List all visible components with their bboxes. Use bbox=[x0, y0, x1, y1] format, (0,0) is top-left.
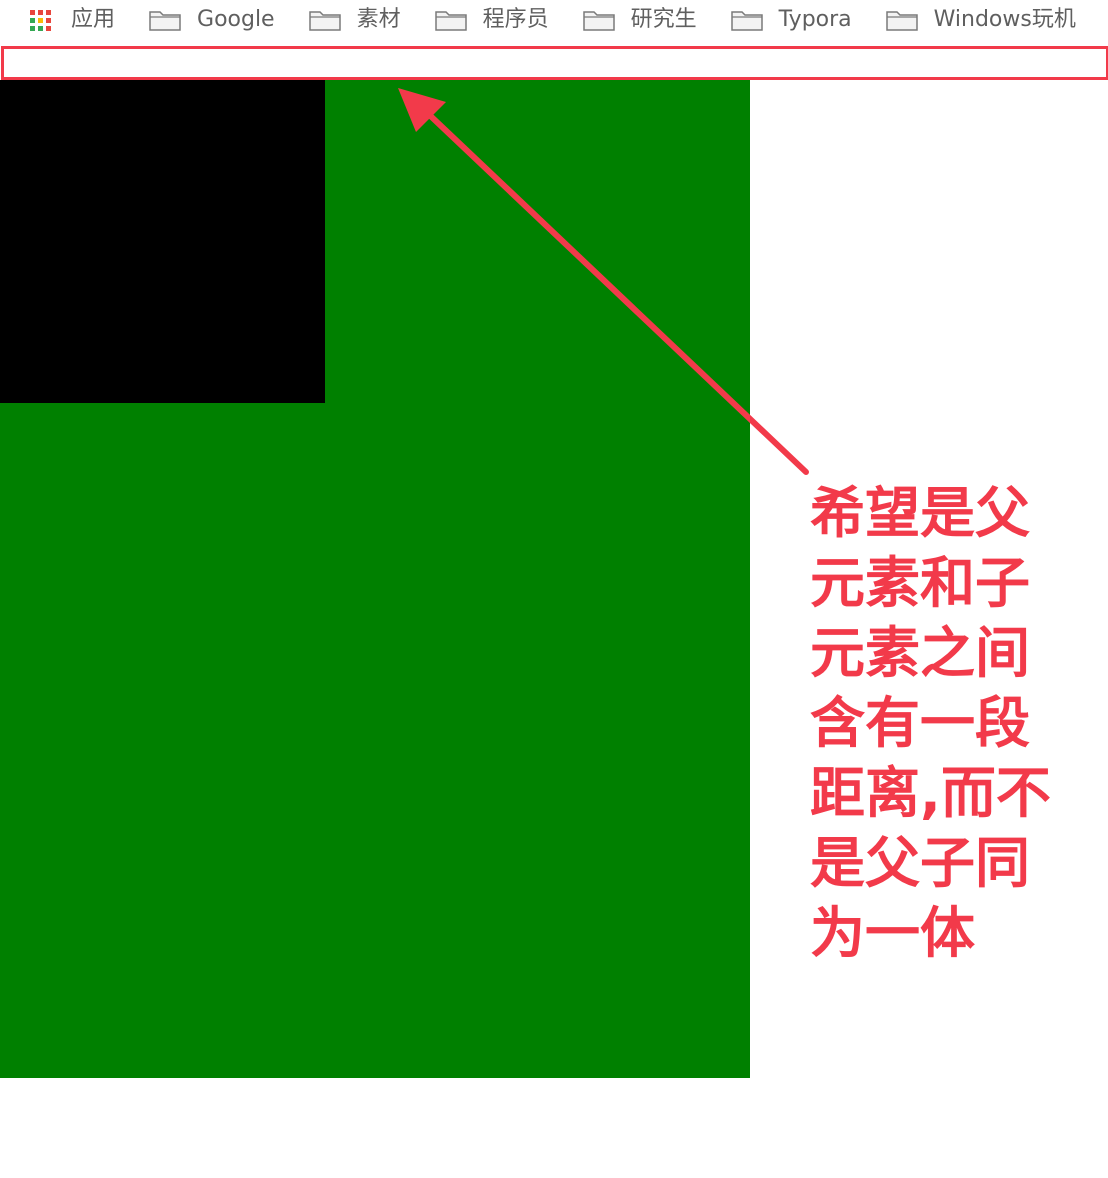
folder-icon bbox=[308, 11, 341, 31]
bookmark-folder-programmer[interactable]: 程序员 bbox=[434, 0, 549, 40]
bookmarks-bar: 应用 Google 素材 程序员 研究生 Typora Windows玩机 bbox=[0, 0, 1108, 40]
parent-element bbox=[0, 80, 750, 1078]
folder-icon bbox=[582, 11, 615, 31]
folder-icon bbox=[149, 11, 181, 31]
folder-icon bbox=[434, 11, 467, 31]
page-content: 希望是父 元素和子 元素之间 含有一段 距离,而不 是父子同 为一体 bbox=[0, 40, 1108, 1178]
bookmark-label: 素材 bbox=[356, 7, 401, 32]
bookmark-folder-google[interactable]: Google bbox=[149, 0, 275, 40]
bookmark-folder-windows[interactable]: Windows玩机 bbox=[885, 0, 1076, 40]
bookmark-folder-sucai[interactable]: 素材 bbox=[308, 0, 401, 40]
annotation-text: 希望是父 元素和子 元素之间 含有一段 距离,而不 是父子同 为一体 bbox=[810, 481, 1051, 965]
apps-grid-icon bbox=[30, 9, 51, 31]
folder-icon bbox=[730, 11, 763, 31]
bookmark-apps-label: 应用 bbox=[71, 7, 116, 32]
bookmark-label: Google bbox=[197, 7, 275, 32]
bookmark-apps[interactable]: 应用 bbox=[30, 0, 115, 40]
bookmark-label: Typora bbox=[778, 7, 852, 32]
child-element bbox=[0, 80, 325, 403]
bookmark-label: 程序员 bbox=[482, 7, 549, 32]
bookmark-folder-graduate[interactable]: 研究生 bbox=[582, 0, 697, 40]
bookmark-label: 研究生 bbox=[630, 7, 697, 32]
bookmark-label: Windows玩机 bbox=[933, 7, 1076, 32]
highlight-rectangle bbox=[1, 46, 1108, 80]
bookmark-folder-typora[interactable]: Typora bbox=[730, 0, 852, 40]
folder-icon bbox=[885, 11, 918, 31]
